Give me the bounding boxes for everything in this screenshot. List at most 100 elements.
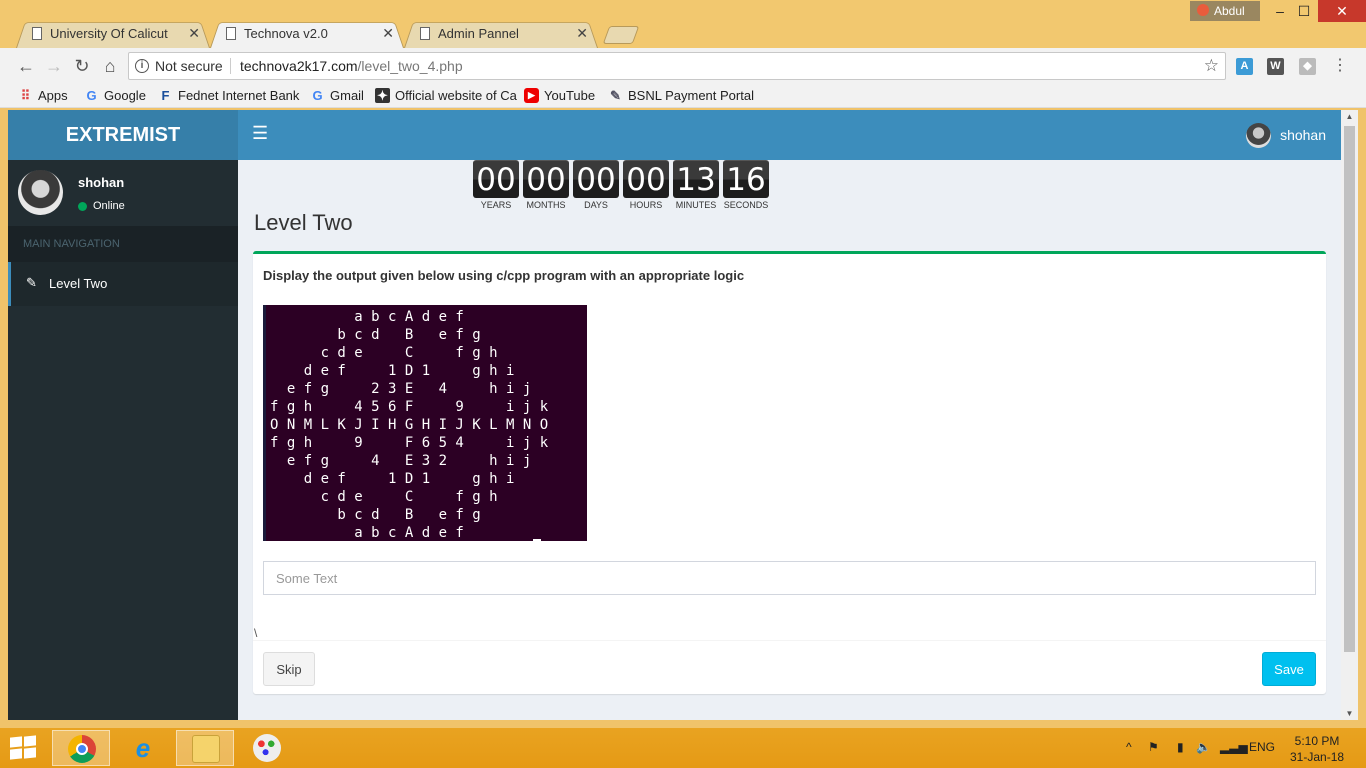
browser-titlebar: University Of Calicut ✕ Technova v2.0 ✕ … [0,0,1366,48]
main-content: 00 YEARS 00 MONTHS 00 DAYS 00 HOURS 13 M… [238,160,1341,720]
profile-button[interactable]: Abdul [1190,1,1260,21]
system-clock[interactable]: 5:10 PM 31-Jan-18 [1290,733,1344,765]
profile-icon [1197,4,1209,16]
brand-logo[interactable]: EXTREMIST [8,110,238,160]
online-dot-icon [78,202,87,211]
volume-icon[interactable]: 🔈 [1196,740,1211,754]
maximize-button[interactable]: ☐ [1286,0,1322,22]
scrollbar-thumb[interactable] [1344,126,1355,652]
taskbar-paint[interactable] [238,730,296,766]
extension-cube-icon[interactable]: ◆ [1299,58,1316,75]
stray-text: \ [254,626,258,640]
fednet-icon: F [161,88,170,103]
clock-date: 31-Jan-18 [1290,750,1345,764]
scroll-up-icon[interactable]: ▲ [1341,112,1358,121]
page-scrollbar[interactable]: ▲ ▼ [1341,110,1358,720]
apps-grid-icon: ⠿ [20,88,31,103]
bookmark-official-website[interactable]: ✦ Official website of Ca [375,87,517,104]
close-window-button[interactable]: ✕ [1318,0,1366,22]
terminal-output-image: a b c A d e f b c d B e f g c d e C f g … [263,305,587,541]
status-badge: Online [78,200,125,212]
extension-w-icon[interactable]: W [1267,58,1284,75]
windows-taskbar: e ^ ⚑ ▮ 🔈 ▂▃▅ ENG 5:10 PM 31-Jan-18 [0,728,1366,768]
browser-toolbar: ← → ↻ ⌂ i Not secure technova2k17.com/le… [0,48,1366,84]
battery-icon[interactable]: ▮ [1177,740,1184,754]
web-page: EXTREMIST ☰ shohan shohan Online MAIN NA… [8,110,1341,720]
info-icon[interactable]: i [135,59,149,73]
youtube-icon: ▶ [524,88,539,103]
terminal-output-text: a b c A d e f b c d B e f g c d e C f g … [270,309,549,541]
bookmark-bsnl[interactable]: ✎ BSNL Payment Portal [608,87,754,104]
sidebar-user-name: shohan [78,175,125,190]
page-icon [32,27,42,40]
bookmark-star-icon[interactable]: ☆ [1204,56,1219,76]
tab-title: Admin Pannel [438,26,519,41]
bookmark-google[interactable]: G Google [84,87,145,104]
bookmark-apps[interactable]: ⠿ Apps [18,87,68,104]
home-icon[interactable]: ⌂ [98,54,122,78]
countdown-days: 00 DAYS [573,160,619,210]
taskbar-internet-explorer[interactable]: e [114,730,172,766]
tab-title: Technova v2.0 [244,26,328,41]
question-box: Display the output given below using c/c… [253,251,1326,694]
extension-a-icon[interactable]: A [1236,58,1253,75]
bookmark-fednet[interactable]: F Fednet Internet Bank [158,87,300,104]
action-center-flag-icon[interactable]: ⚑ [1148,740,1159,754]
avatar [1246,123,1272,148]
box-footer: Skip Save [253,640,1326,694]
clock-time: 5:10 PM [1294,734,1340,748]
taskbar-chrome[interactable] [52,730,110,766]
google-icon: G [312,88,323,103]
sidebar: shohan Online MAIN NAVIGATION ✎ Level Tw… [8,160,238,720]
forward-icon[interactable]: → [42,54,66,78]
chrome-icon [68,735,96,763]
scroll-down-icon[interactable]: ▼ [1341,709,1358,718]
new-tab-button[interactable] [602,26,640,44]
countdown-months: 00 MONTHS [523,160,569,210]
sidebar-toggle-icon[interactable]: ☰ [252,123,268,144]
user-name: shohan [1280,127,1326,143]
back-icon[interactable]: ← [14,54,38,78]
save-button[interactable]: Save [1262,652,1316,686]
user-menu[interactable]: shohan [1246,123,1326,148]
url-path: /level_two_4.php [357,58,463,74]
page-icon [420,27,430,40]
security-label: Not secure [155,58,223,74]
menu-kebab-icon[interactable]: ⋮ [1328,54,1352,78]
edit-icon: ✎ [26,275,37,290]
url-text[interactable]: technova2k17.com/level_two_4.php [240,58,463,74]
paint-palette-icon [253,734,281,762]
answer-input[interactable] [263,561,1316,595]
sidebar-header: MAIN NAVIGATION [8,226,238,262]
url-host: technova2k17.com [240,58,358,74]
show-hidden-icons-icon[interactable]: ^ [1126,740,1132,754]
language-indicator[interactable]: ENG [1249,740,1275,754]
bsnl-icon: ✎ [610,88,621,103]
tab-admin-pannel[interactable]: Admin Pannel ✕ [404,19,598,48]
question-instruction: Display the output given below using c/c… [263,268,745,283]
reload-icon[interactable]: ↻ [70,54,94,78]
sidebar-item-label: Level Two [49,276,108,291]
bookmark-youtube[interactable]: ▶ YouTube [524,87,595,104]
taskbar-file-explorer[interactable] [176,730,234,766]
close-tab-icon[interactable]: ✕ [382,19,394,48]
sidebar-item-level-two[interactable]: ✎ Level Two [8,262,238,306]
avatar [18,170,63,215]
tab-university-of-calicut[interactable]: University Of Calicut ✕ [16,19,210,48]
close-tab-icon[interactable]: ✕ [576,19,588,48]
bookmark-gmail[interactable]: G Gmail [310,87,364,104]
profile-name: Abdul [1214,4,1245,18]
folder-icon [192,735,220,763]
tab-title: University Of Calicut [50,26,168,41]
internet-explorer-icon: e [135,733,151,763]
skip-button[interactable]: Skip [263,652,315,686]
countdown-years: 00 YEARS [473,160,519,210]
website-icon: ✦ [375,88,390,103]
close-tab-icon[interactable]: ✕ [188,19,200,48]
network-signal-icon[interactable]: ▂▃▅ [1220,740,1248,754]
page-title: Level Two [254,210,353,235]
windows-start-icon[interactable] [10,735,38,760]
countdown-minutes: 13 MINUTES [673,160,719,210]
address-bar[interactable]: i Not secure technova2k17.com/level_two_… [128,52,1226,80]
tab-technova[interactable]: Technova v2.0 ✕ [210,19,404,48]
